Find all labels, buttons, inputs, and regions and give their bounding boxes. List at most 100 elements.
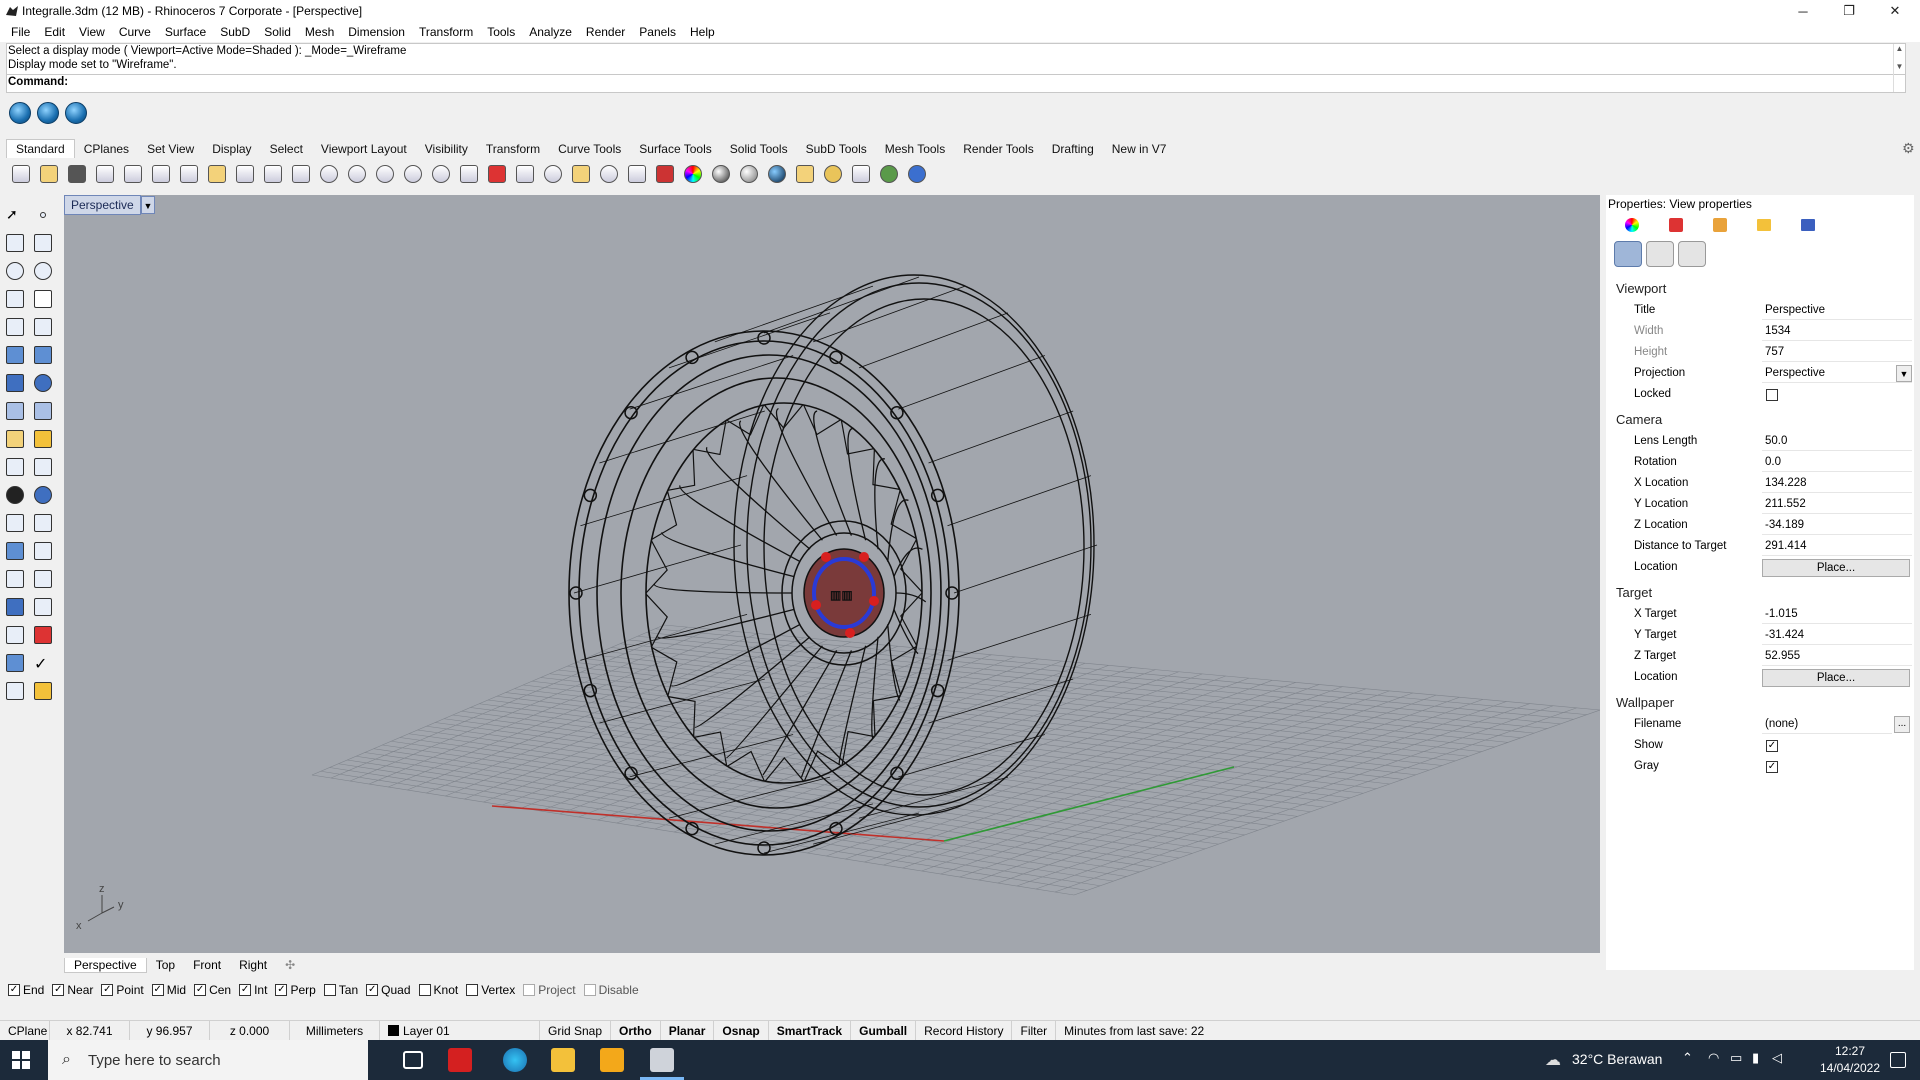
tab-front[interactable]: Front: [184, 958, 230, 972]
block-icon[interactable]: [2, 594, 28, 620]
osnap-cen[interactable]: ✓ Cen: [194, 983, 231, 997]
height-field[interactable]: 757: [1762, 344, 1912, 362]
layer-icon[interactable]: [652, 161, 678, 187]
material-tab-icon[interactable]: [1666, 215, 1688, 235]
menu-view[interactable]: View: [72, 25, 112, 39]
osnap-vertex[interactable]: Vertex: [466, 983, 515, 997]
osnap-int[interactable]: ✓ Int: [239, 983, 267, 997]
circle-icon[interactable]: [2, 258, 28, 284]
tab-set-view[interactable]: Set View: [138, 140, 203, 158]
osnap-quad[interactable]: ✓ Quad: [366, 983, 411, 997]
array-icon[interactable]: [30, 538, 56, 564]
select-points-icon[interactable]: [568, 161, 594, 187]
osnap-checkbox[interactable]: ✓: [366, 984, 379, 996]
tab-display[interactable]: Display: [203, 140, 260, 158]
move-icon[interactable]: [2, 454, 28, 480]
gear-icon[interactable]: ⚙: [1902, 140, 1915, 157]
open-file-icon[interactable]: [36, 161, 62, 187]
viewport-menu-caret[interactable]: ▼: [141, 196, 155, 214]
viewport-title[interactable]: Perspective: [64, 195, 141, 215]
tab-standard[interactable]: Standard: [6, 139, 75, 158]
move-view-icon[interactable]: [288, 161, 314, 187]
quick-tool-icon[interactable]: [37, 102, 59, 124]
x-location-field[interactable]: 134.228: [1762, 475, 1912, 493]
brush-tab-icon[interactable]: [1710, 215, 1732, 235]
render-icon[interactable]: [30, 426, 56, 452]
osnap-checkbox[interactable]: ✓: [8, 984, 20, 996]
options-gear-icon[interactable]: [820, 161, 846, 187]
menu-surface[interactable]: Surface: [158, 25, 213, 39]
export-icon[interactable]: [120, 161, 146, 187]
quick-tool-icon[interactable]: [9, 102, 31, 124]
render-properties-button[interactable]: [1646, 241, 1674, 267]
lock-icon[interactable]: [624, 161, 650, 187]
tab-select[interactable]: Select: [261, 140, 312, 158]
clock-date[interactable]: 14/04/2022: [1810, 1061, 1890, 1075]
menu-help[interactable]: Help: [683, 25, 722, 39]
osnap-checkbox[interactable]: [418, 984, 431, 996]
menu-dimension[interactable]: Dimension: [341, 25, 412, 39]
tab-perspective[interactable]: Perspective: [64, 957, 147, 973]
file-explorer-icon[interactable]: [551, 1048, 575, 1072]
car-icon[interactable]: [484, 161, 510, 187]
tab-transform[interactable]: Transform: [477, 140, 549, 158]
dimension-icon[interactable]: [848, 161, 874, 187]
zoom-extents-icon[interactable]: [372, 161, 398, 187]
folder-tab-icon[interactable]: [1754, 215, 1776, 235]
menu-tools[interactable]: Tools: [480, 25, 522, 39]
filter-icon[interactable]: [792, 161, 818, 187]
zoom-icon[interactable]: [316, 161, 342, 187]
osnap-point[interactable]: ✓ Point: [101, 983, 144, 997]
osnap-checkbox[interactable]: ✓: [194, 984, 207, 996]
quick-tool-icon[interactable]: [65, 102, 87, 124]
tab-solid-tools[interactable]: Solid Tools: [721, 140, 797, 158]
rotate-icon[interactable]: [2, 510, 28, 536]
osnap-perp[interactable]: ✓ Perp: [275, 983, 316, 997]
add-viewport-tab-icon[interactable]: ✣: [276, 958, 304, 972]
record-history-toggle[interactable]: Record History: [916, 1021, 1013, 1040]
menu-transform[interactable]: Transform: [412, 25, 480, 39]
perspective-viewport[interactable]: ▥▥ z x y: [64, 195, 1600, 953]
boolean-icon[interactable]: [30, 370, 56, 396]
y-target-field[interactable]: -31.424: [1762, 627, 1912, 645]
help-icon[interactable]: [904, 161, 930, 187]
task-view-icon[interactable]: [403, 1051, 423, 1069]
filter-toggle[interactable]: Filter: [1012, 1021, 1057, 1040]
browse-button[interactable]: ...: [1894, 716, 1910, 733]
pan-hand-icon[interactable]: [260, 161, 286, 187]
tab-right[interactable]: Right: [230, 958, 276, 972]
wifi-icon[interactable]: ◠: [1708, 1050, 1719, 1066]
color-wheel-tab-icon[interactable]: [1622, 215, 1644, 235]
settings-tab-icon[interactable]: [1798, 215, 1820, 235]
display-properties-button[interactable]: [1678, 241, 1706, 267]
gray-checkbox[interactable]: ✓: [1766, 761, 1778, 773]
menu-panels[interactable]: Panels: [632, 25, 683, 39]
rectangle-icon[interactable]: [30, 286, 56, 312]
text-icon[interactable]: [2, 538, 28, 564]
tab-new-in-v7[interactable]: New in V7: [1103, 140, 1176, 158]
tab-surface-tools[interactable]: Surface Tools: [630, 140, 721, 158]
tab-subd-tools[interactable]: SubD Tools: [797, 140, 876, 158]
app-red-icon[interactable]: [448, 1048, 472, 1072]
cylinder-icon[interactable]: [2, 398, 28, 424]
osnap-checkbox[interactable]: [583, 984, 596, 996]
tab-visibility[interactable]: Visibility: [416, 140, 477, 158]
point-icon[interactable]: [30, 202, 56, 228]
battery-icon[interactable]: ▮: [1752, 1050, 1759, 1066]
cut-icon[interactable]: [148, 161, 174, 187]
menu-file[interactable]: File: [4, 25, 37, 39]
command-prompt[interactable]: Command:: [8, 76, 68, 88]
polygon-icon[interactable]: [2, 314, 28, 340]
show-checkbox[interactable]: ✓: [1766, 740, 1778, 752]
edge-browser-icon[interactable]: [503, 1048, 527, 1072]
osnap-end[interactable]: ✓ End: [8, 983, 44, 997]
menu-mesh[interactable]: Mesh: [298, 25, 341, 39]
osnap-checkbox[interactable]: ✓: [52, 984, 65, 996]
select-arrow-icon[interactable]: ➚: [2, 202, 28, 228]
paste-icon[interactable]: [204, 161, 230, 187]
flow-icon[interactable]: [30, 566, 56, 592]
menu-render[interactable]: Render: [579, 25, 632, 39]
width-field[interactable]: 1534: [1762, 323, 1912, 341]
cplane-label[interactable]: CPlane: [0, 1021, 50, 1040]
osnap-checkbox[interactable]: [323, 984, 336, 996]
